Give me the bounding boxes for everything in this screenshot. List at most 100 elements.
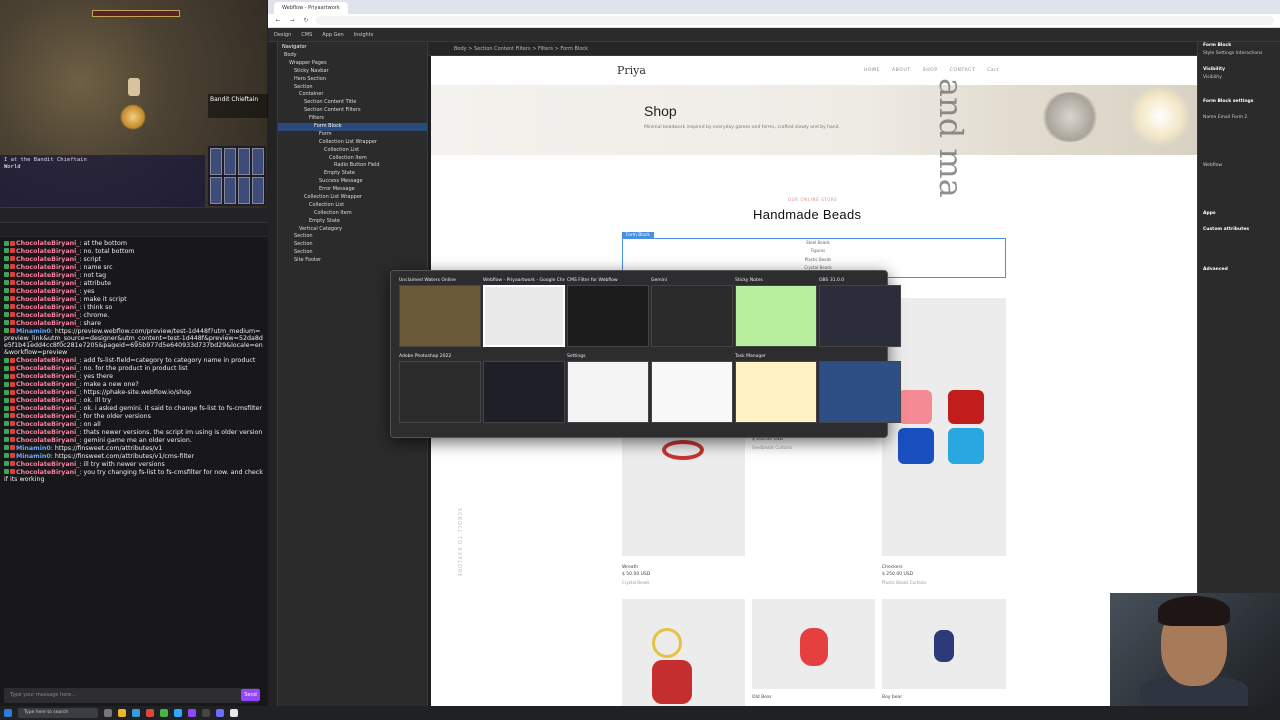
settings-row[interactable]: Style Settings Interactions bbox=[1198, 50, 1280, 58]
filter-option[interactable]: Steel Beads bbox=[790, 239, 846, 247]
chat-message[interactable]: ChocolateBiryani_: ill try with newer ve… bbox=[4, 461, 264, 468]
settings-row[interactable] bbox=[1198, 290, 1280, 298]
switcher-window-thumbnail[interactable] bbox=[819, 285, 901, 347]
game-chat-box[interactable]: I at the Bandit Chieftain World bbox=[0, 155, 205, 207]
settings-row[interactable] bbox=[1198, 298, 1280, 306]
settings-row[interactable]: Visibility bbox=[1198, 74, 1280, 82]
chat-message[interactable]: ChocolateBiryani_: no. for the product i… bbox=[4, 365, 264, 372]
chrome-icon[interactable] bbox=[146, 709, 154, 717]
chat-username[interactable]: ChocolateBiryani_ bbox=[16, 288, 79, 295]
window-switcher-grid[interactable]: Unclaimed Waters Online Webflow - Priyaar… bbox=[391, 271, 901, 429]
navigator-tree[interactable]: Body Wrapper Pages Sticky Navbar Hero Secti… bbox=[278, 52, 427, 265]
navigator-item[interactable]: Collection List Wrapper bbox=[278, 139, 427, 147]
chat-message-list[interactable]: ChocolateBiryani_: at the bottom Chocolat… bbox=[0, 237, 268, 483]
chat-username[interactable]: ChocolateBiryani_ bbox=[16, 365, 79, 372]
navigator-item[interactable]: Empty State bbox=[278, 218, 427, 226]
navigator-item[interactable]: Collection List Wrapper bbox=[278, 194, 427, 202]
chat-browser-tab[interactable] bbox=[0, 208, 268, 223]
chat-message[interactable]: ChocolateBiryani_: add fs-list-field=cat… bbox=[4, 357, 264, 364]
chat-message[interactable]: ChocolateBiryani_: yes there bbox=[4, 373, 264, 380]
settings-row[interactable] bbox=[1198, 194, 1280, 202]
webflow-left-toolbar[interactable] bbox=[268, 42, 278, 706]
navigator-item[interactable]: Sticky Navbar bbox=[278, 68, 427, 76]
site-nav-cart[interactable]: Cart bbox=[987, 68, 999, 73]
obs-icon[interactable] bbox=[202, 709, 210, 717]
back-icon[interactable]: ← bbox=[274, 17, 282, 25]
navigator-item[interactable]: Success Message bbox=[278, 178, 427, 186]
settings-row[interactable] bbox=[1198, 154, 1280, 162]
start-icon[interactable] bbox=[4, 709, 12, 717]
app-icon[interactable] bbox=[230, 709, 238, 717]
chat-username[interactable]: ChocolateBiryani_ bbox=[16, 312, 79, 319]
photoshop-icon[interactable] bbox=[174, 709, 182, 717]
chat-username[interactable]: Minamin0 bbox=[16, 453, 51, 460]
chat-username[interactable]: ChocolateBiryani_ bbox=[16, 413, 79, 420]
switcher-window-card[interactable] bbox=[651, 353, 733, 423]
settings-row[interactable] bbox=[1198, 202, 1280, 210]
navigator-item[interactable]: Error Message bbox=[278, 186, 427, 194]
chat-message[interactable]: ChocolateBiryani_: ok. i asked gemini. i… bbox=[4, 405, 264, 412]
settings-row[interactable] bbox=[1198, 274, 1280, 282]
switcher-window-thumbnail[interactable] bbox=[483, 361, 565, 423]
chat-message[interactable]: ChocolateBiryani_: not tag bbox=[4, 272, 264, 279]
chat-message[interactable]: Minamin0: https://finsweet.com/attribute… bbox=[4, 453, 264, 460]
webflow-mode-app-gen[interactable]: App Gen bbox=[322, 32, 343, 38]
chat-message[interactable]: ChocolateBiryani_: at the bottom bbox=[4, 240, 264, 247]
switcher-window-thumbnail[interactable] bbox=[735, 285, 817, 347]
chat-message[interactable]: ChocolateBiryani_: make it script bbox=[4, 296, 264, 303]
navigator-item[interactable]: Collection Item bbox=[278, 210, 427, 218]
webflow-mode-design[interactable]: Design bbox=[274, 32, 291, 38]
skill-slot[interactable] bbox=[224, 148, 236, 175]
chat-send-button[interactable]: Send bbox=[241, 689, 260, 701]
address-bar[interactable] bbox=[316, 16, 1274, 25]
chat-message[interactable]: ChocolateBiryani_: https://phake-site.we… bbox=[4, 389, 264, 396]
settings-row[interactable] bbox=[1198, 234, 1280, 242]
navigator-item[interactable]: Section bbox=[278, 249, 427, 257]
settings-row[interactable]: Name Email Form 2 bbox=[1198, 114, 1280, 122]
taskbar-search[interactable]: Type here to search bbox=[18, 708, 98, 718]
settings-row[interactable] bbox=[1198, 146, 1280, 154]
settings-list[interactable]: Form Block Style Settings Interactions Vis… bbox=[1198, 42, 1280, 314]
settings-row[interactable] bbox=[1198, 178, 1280, 186]
app-icon[interactable] bbox=[160, 709, 168, 717]
settings-row[interactable] bbox=[1198, 130, 1280, 138]
switcher-window-card[interactable] bbox=[819, 353, 901, 423]
switcher-window-thumbnail[interactable] bbox=[735, 361, 817, 423]
reload-icon[interactable]: ↻ bbox=[302, 17, 310, 25]
product-name[interactable]: Checkers bbox=[882, 565, 903, 571]
switcher-window-thumbnail[interactable] bbox=[567, 361, 649, 423]
twitch-icon[interactable] bbox=[188, 709, 196, 717]
chat-message[interactable]: ChocolateBiryani_: for the older version… bbox=[4, 413, 264, 420]
chat-username[interactable]: ChocolateBiryani_ bbox=[16, 397, 79, 404]
settings-row[interactable] bbox=[1198, 90, 1280, 98]
switcher-window-card[interactable] bbox=[483, 353, 565, 423]
switcher-window-thumbnail[interactable] bbox=[651, 361, 733, 423]
chat-username[interactable]: ChocolateBiryani_ bbox=[16, 357, 79, 364]
switcher-window-thumbnail[interactable] bbox=[399, 361, 481, 423]
switcher-window-card[interactable]: Sticky Notes bbox=[735, 277, 817, 347]
skill-slot[interactable] bbox=[224, 177, 236, 204]
switcher-window-thumbnail[interactable] bbox=[819, 361, 901, 423]
settings-row[interactable] bbox=[1198, 170, 1280, 178]
chat-message[interactable]: ChocolateBiryani_: share bbox=[4, 320, 264, 327]
webflow-mode-insights[interactable]: Insights bbox=[354, 32, 374, 38]
chat-message[interactable]: ChocolateBiryani_: script bbox=[4, 256, 264, 263]
settings-row[interactable] bbox=[1198, 58, 1280, 66]
chat-message[interactable]: ChocolateBiryani_: on all bbox=[4, 421, 264, 428]
chat-message[interactable]: Minamin0: https://finsweet.com/attribute… bbox=[4, 445, 264, 452]
chat-message[interactable]: ChocolateBiryani_: yes bbox=[4, 288, 264, 295]
chat-message[interactable]: ChocolateBiryani_: you try changing fs-l… bbox=[4, 469, 264, 483]
navigator-item[interactable]: Container bbox=[278, 91, 427, 99]
navigator-item[interactable]: Section bbox=[278, 241, 427, 249]
product-name[interactable]: Old Bear bbox=[752, 695, 772, 701]
chat-message[interactable]: ChocolateBiryani_: gemini game me an old… bbox=[4, 437, 264, 444]
settings-row[interactable] bbox=[1198, 242, 1280, 250]
navigator-item[interactable]: Body bbox=[278, 52, 427, 60]
switcher-window-card[interactable]: Unclaimed Waters Online bbox=[399, 277, 481, 347]
navigator-item[interactable]: Collection List bbox=[278, 202, 427, 210]
settings-row[interactable] bbox=[1198, 258, 1280, 266]
settings-row[interactable] bbox=[1198, 306, 1280, 314]
skill-slot[interactable] bbox=[238, 148, 250, 175]
navigator-item[interactable]: Section bbox=[278, 233, 427, 241]
switcher-window-card[interactable]: Gemini bbox=[651, 277, 733, 347]
